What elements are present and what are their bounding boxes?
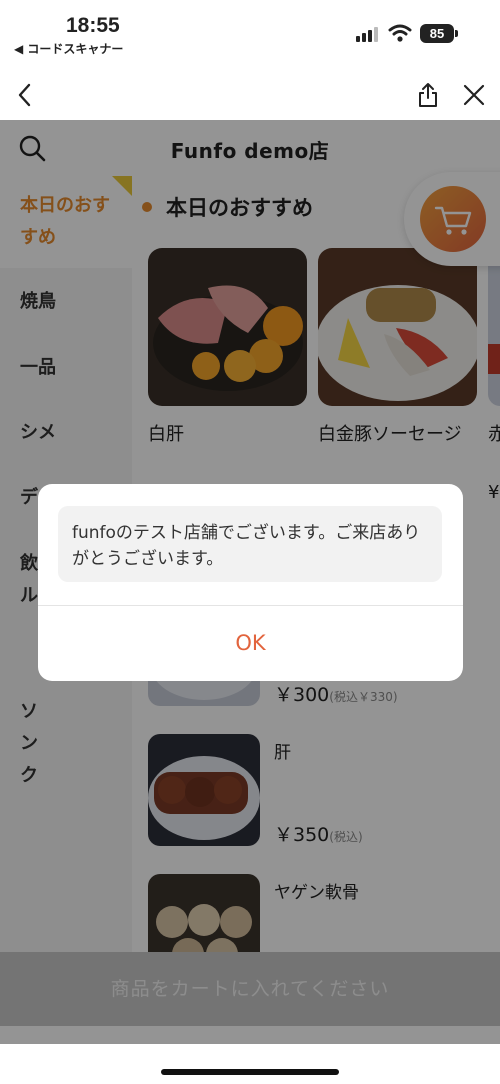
browser-navbar bbox=[0, 70, 500, 120]
ok-button[interactable]: OK bbox=[38, 606, 463, 681]
close-icon[interactable] bbox=[462, 83, 486, 107]
back-to-app-link[interactable]: ◀ コードスキャナー bbox=[14, 40, 123, 57]
dialog-message: funfoのテスト店舗でございます。ご来店ありがとうございます。 bbox=[58, 506, 442, 582]
battery-tip bbox=[455, 30, 458, 37]
home-indicator[interactable] bbox=[161, 1069, 339, 1075]
battery-indicator: 85 bbox=[420, 24, 454, 43]
status-time: 18:55 bbox=[66, 14, 120, 37]
share-icon[interactable] bbox=[416, 82, 440, 108]
alert-dialog: funfoのテスト店舗でございます。ご来店ありがとうございます。 OK bbox=[38, 484, 463, 681]
home-area bbox=[0, 1044, 500, 1084]
cellular-signal-icon bbox=[356, 26, 380, 42]
wifi-icon bbox=[388, 24, 412, 42]
chevron-left-icon[interactable] bbox=[14, 82, 36, 108]
status-bar: 18:55 ◀ コードスキャナー 85 bbox=[0, 0, 500, 70]
